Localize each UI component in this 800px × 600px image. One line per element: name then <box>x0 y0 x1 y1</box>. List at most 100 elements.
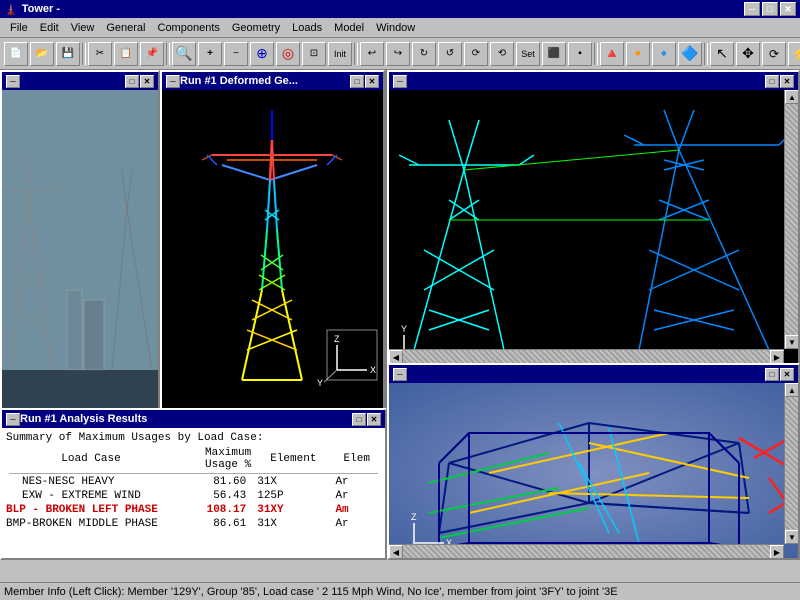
rb-scroll-right[interactable]: ▶ <box>770 545 784 558</box>
analysis-maximize[interactable]: □ <box>352 413 366 426</box>
maximize-button[interactable]: □ <box>762 2 778 16</box>
tower-photo-title[interactable]: ─ □ ✕ <box>2 72 158 90</box>
rb-maximize[interactable]: □ <box>765 368 779 381</box>
minimize-button[interactable]: ─ <box>744 2 760 16</box>
photo-close[interactable]: ✕ <box>140 75 154 88</box>
rotate-ccw-button[interactable]: ↺ <box>438 42 462 66</box>
view3-button[interactable]: 🔹 <box>652 42 676 66</box>
rt-scroll-track[interactable] <box>785 104 798 335</box>
status-bar: Member Info (Left Click): Member '129Y',… <box>0 582 800 600</box>
rb-scroll-left[interactable]: ◀ <box>389 545 403 558</box>
row1-usage: 81.60 <box>176 475 254 489</box>
rt-maximize[interactable]: □ <box>765 75 779 88</box>
rt-scroll-down[interactable]: ▼ <box>785 335 798 349</box>
menu-geometry[interactable]: Geometry <box>226 20 286 36</box>
view4-button[interactable]: 🔷 <box>678 42 702 66</box>
row3-label: Am <box>332 503 381 517</box>
rotate-cw-button[interactable]: ↻ <box>412 42 436 66</box>
menu-model[interactable]: Model <box>328 20 370 36</box>
redo-button[interactable]: ↪ <box>386 42 410 66</box>
rb-scrollbar-h[interactable]: ◀ ▶ <box>389 544 784 558</box>
zoom-circle-button[interactable]: ⊕ <box>250 42 274 66</box>
rotate-down-button[interactable]: ⟲ <box>490 42 514 66</box>
analysis-close[interactable]: ✕ <box>367 413 381 426</box>
analysis-table: Load Case MaximumUsage % Element Elem NE… <box>6 446 381 531</box>
col-max-usage: MaximumUsage % <box>176 446 254 472</box>
analysis-minimize[interactable]: ─ <box>6 413 20 426</box>
open-button[interactable]: 📂 <box>30 42 54 66</box>
zoom-minus-button[interactable]: − <box>224 42 248 66</box>
rt-minimize[interactable]: ─ <box>393 75 407 88</box>
node2-button[interactable]: ▪ <box>568 42 592 66</box>
deformed-geometry-window: ─ Run #1 Deformed Ge... □ ✕ <box>160 70 385 410</box>
save-button[interactable]: 💾 <box>56 42 80 66</box>
right-top-title[interactable]: ─ □ ✕ <box>389 72 798 90</box>
analysis-header: Load Case MaximumUsage % Element Elem <box>6 446 381 472</box>
analysis-content: Summary of Maximum Usages by Load Case: … <box>2 428 385 558</box>
zoom-fit-button[interactable]: ⊡ <box>302 42 326 66</box>
rt-close[interactable]: ✕ <box>780 75 794 88</box>
cut-button[interactable]: ✂ <box>88 42 112 66</box>
set-button[interactable]: Set <box>516 42 540 66</box>
rotate-up-button[interactable]: ⟳ <box>464 42 488 66</box>
photo-title-btns: □ ✕ <box>125 75 154 88</box>
rt-scrollbar-v[interactable]: ▲ ▼ <box>784 90 798 349</box>
row3-name: BLP - BROKEN LEFT PHASE <box>6 503 176 517</box>
zoom-in-button[interactable]: 🔍 <box>172 42 196 66</box>
row3-element: 31XY <box>254 503 332 517</box>
photo-maximize[interactable]: □ <box>125 75 139 88</box>
rb-scroll-down[interactable]: ▼ <box>785 530 798 544</box>
zoom-plus-button[interactable]: + <box>198 42 222 66</box>
menu-loads[interactable]: Loads <box>286 20 328 36</box>
photo-minimize[interactable]: ─ <box>6 75 20 88</box>
svg-text:Y: Y <box>317 378 323 388</box>
init-button[interactable]: Init <box>328 42 352 66</box>
app-icon: 🗼 <box>4 3 18 16</box>
extra1-button[interactable]: ⚡ <box>788 42 800 66</box>
rt-title-btns: □ ✕ <box>765 75 794 88</box>
close-button[interactable]: ✕ <box>780 2 796 16</box>
deformed-tower-svg: X Z Y <box>162 90 383 408</box>
right-bottom-window: ─ □ ✕ <box>387 363 800 560</box>
undo-button[interactable]: ↩ <box>360 42 384 66</box>
svg-text:Z: Z <box>334 334 340 344</box>
right-bottom-title[interactable]: ─ □ ✕ <box>389 365 798 383</box>
view2-button[interactable]: 🔸 <box>626 42 650 66</box>
rb-scroll-h-track[interactable] <box>403 545 770 558</box>
title-bar-left: 🗼 Tower - <box>4 3 60 16</box>
node1-button[interactable]: ⬛ <box>542 42 566 66</box>
paste-button[interactable]: 📌 <box>140 42 164 66</box>
move-button[interactable]: ✥ <box>736 42 760 66</box>
rotate3d-button[interactable]: ⟳ <box>762 42 786 66</box>
menu-general[interactable]: General <box>100 20 151 36</box>
menu-components[interactable]: Components <box>152 20 226 36</box>
rt-scroll-h-track[interactable] <box>403 350 770 363</box>
zoom-window-button[interactable]: ◎ <box>276 42 300 66</box>
deformed-close[interactable]: ✕ <box>365 75 379 88</box>
app-title: Tower - <box>22 3 60 15</box>
rb-scroll-track[interactable] <box>785 397 798 530</box>
select-button[interactable]: ↖ <box>710 42 734 66</box>
rt-scroll-right[interactable]: ▶ <box>770 350 784 363</box>
rb-minimize[interactable]: ─ <box>393 368 407 381</box>
deformed-geometry-title[interactable]: ─ Run #1 Deformed Ge... □ ✕ <box>162 72 383 90</box>
view1-button[interactable]: 🔺 <box>600 42 624 66</box>
rt-scrollbar-h[interactable]: ◀ ▶ <box>389 349 784 363</box>
rb-close[interactable]: ✕ <box>780 368 794 381</box>
rb-scroll-up[interactable]: ▲ <box>785 383 798 397</box>
new-button[interactable]: 📄 <box>4 42 28 66</box>
copy-button[interactable]: 📋 <box>114 42 138 66</box>
menu-window[interactable]: Window <box>370 20 421 36</box>
analysis-title[interactable]: ─ Run #1 Analysis Results □ ✕ <box>2 410 385 428</box>
deformed-content: X Z Y <box>162 90 383 408</box>
rt-scroll-up[interactable]: ▲ <box>785 90 798 104</box>
deformed-minimize[interactable]: ─ <box>166 75 180 88</box>
menu-bar: File Edit View General Components Geomet… <box>0 18 800 38</box>
rb-scrollbar-v[interactable]: ▲ ▼ <box>784 383 798 544</box>
menu-file[interactable]: File <box>4 20 34 36</box>
deformed-maximize[interactable]: □ <box>350 75 364 88</box>
menu-view[interactable]: View <box>65 20 101 36</box>
deformed-title-text: Run #1 Deformed Ge... <box>180 75 350 87</box>
rt-scroll-left[interactable]: ◀ <box>389 350 403 363</box>
menu-edit[interactable]: Edit <box>34 20 65 36</box>
